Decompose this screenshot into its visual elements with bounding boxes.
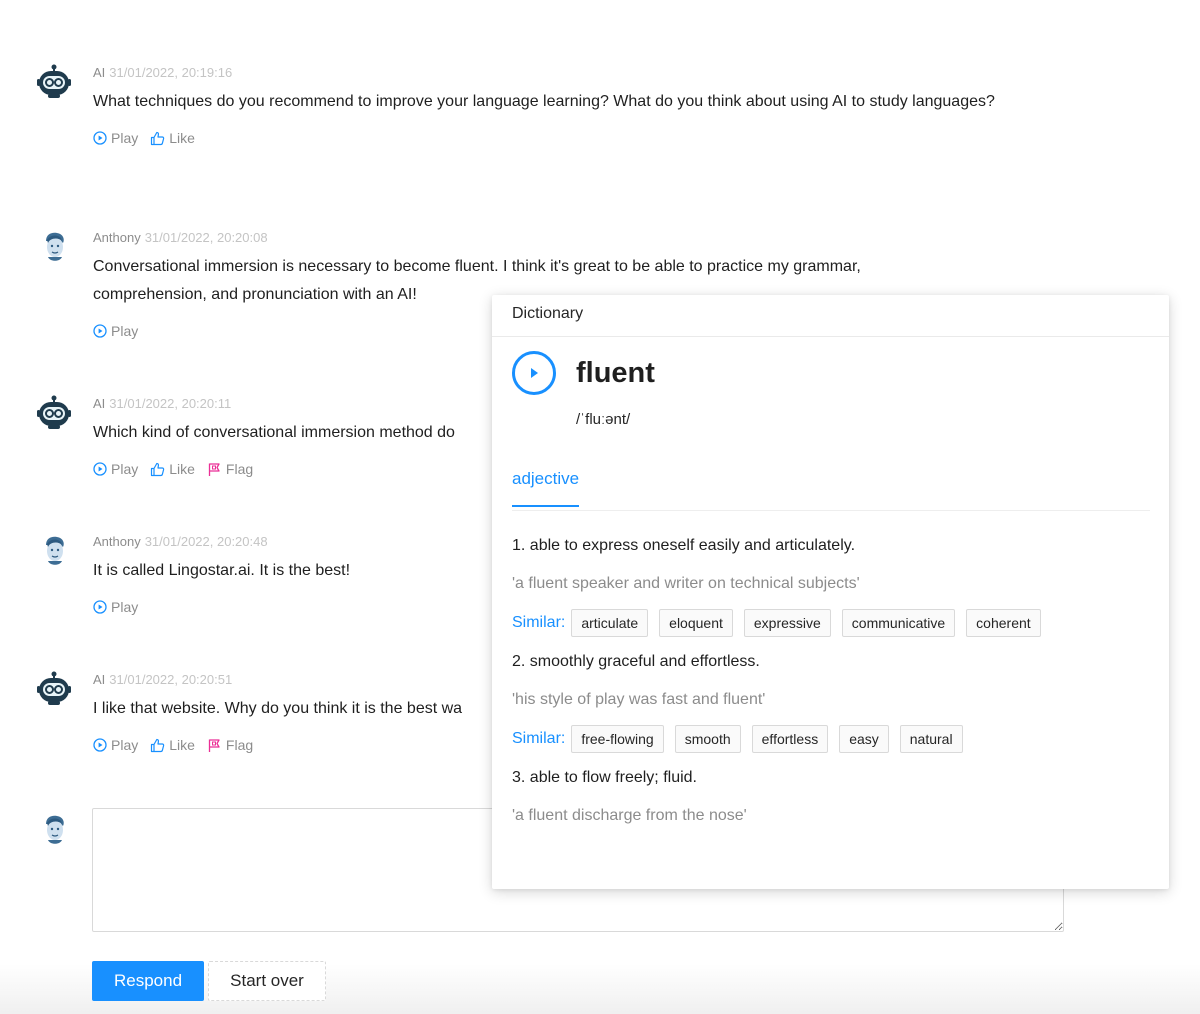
synonym-tag[interactable]: communicative [841, 609, 956, 637]
play-label: Play [111, 599, 139, 615]
sense-definition: 3. able to flow freely; fluid. [512, 769, 697, 786]
thumbs-up-icon [151, 738, 165, 752]
sense-definition: 2. smoothly graceful and effortless. [512, 653, 760, 670]
synonym-tag[interactable]: coherent [966, 609, 1041, 637]
play-label: Play [111, 737, 139, 753]
robot-avatar-icon [36, 395, 72, 431]
flag-button[interactable]: Flag [207, 737, 253, 753]
play-button[interactable]: Play [93, 599, 138, 615]
pronounce-play-button[interactable] [512, 351, 556, 395]
author-name: AI [93, 65, 106, 80]
play-circle-icon [93, 131, 107, 145]
synonym-tag[interactable]: articulate [571, 609, 649, 637]
flag-icon [208, 462, 220, 476]
similar-label: Similar: [512, 730, 566, 747]
phonetic: /ˈfluːənt/ [576, 411, 631, 428]
user-avatar [36, 229, 72, 265]
like-button[interactable]: Like [150, 737, 195, 753]
robot-avatar-icon [36, 671, 72, 707]
dictionary-word-row: fluent [512, 351, 655, 395]
thumbs-up-icon [151, 131, 165, 145]
similar-label: Similar: [512, 614, 566, 631]
like-label: Like [169, 737, 195, 753]
play-circle-icon [93, 462, 107, 476]
synonym-tag[interactable]: easy [839, 725, 889, 753]
like-label: Like [169, 130, 195, 146]
timestamp: 31/01/2022, 20:19:16 [109, 65, 233, 80]
play-circle-icon [93, 600, 107, 614]
synonym-tag[interactable]: smooth [674, 725, 741, 753]
play-label: Play [111, 323, 139, 339]
start-over-button[interactable]: Start over [208, 961, 326, 1001]
timestamp: 31/01/2022, 20:20:11 [109, 396, 232, 411]
synonym-tag[interactable]: eloquent [659, 609, 733, 637]
flag-label: Flag [225, 737, 254, 753]
timestamp: 31/01/2022, 20:20:51 [109, 672, 233, 687]
message-meta: AI 31/01/2022, 20:19:16 [93, 64, 1013, 82]
dictionary-word: fluent [576, 356, 655, 389]
message-meta: Anthony 31/01/2022, 20:20:08 [93, 229, 1013, 247]
timestamp: 31/01/2022, 20:20:08 [144, 230, 268, 245]
senses-list: 1. able to express oneself easily and ar… [512, 535, 1152, 841]
sense-example: 'a fluent discharge from the nose' [512, 807, 747, 824]
synonym-tag[interactable]: effortless [751, 725, 829, 753]
sense-example: 'a fluent speaker and writer on technica… [512, 575, 860, 592]
flag-icon [208, 738, 220, 752]
message-actions: Play Like [93, 130, 1013, 146]
flag-label: Flag [225, 461, 254, 477]
respond-button[interactable]: Respond [92, 961, 204, 1001]
similar-row: Similar: articulate eloquent expressive … [512, 609, 1152, 637]
thumbs-up-icon [151, 462, 165, 476]
timestamp: 31/01/2022, 20:20:48 [144, 534, 268, 549]
play-label: Play [111, 130, 139, 146]
play-button[interactable]: Play [93, 737, 138, 753]
user-avatar [36, 533, 72, 569]
tab-adjective[interactable]: adjective [512, 467, 580, 507]
play-button[interactable]: Play [93, 323, 138, 339]
author-name: AI [93, 396, 106, 411]
synonym-tag[interactable]: free-flowing [571, 725, 664, 753]
play-circle-icon [93, 738, 107, 752]
like-label: Like [169, 461, 195, 477]
author-name: Anthony [93, 230, 141, 245]
sense-example: 'his style of play was fast and fluent' [512, 691, 766, 708]
similar-row: Similar: free-flowing smooth effortless … [512, 725, 1152, 753]
sense-item: 2. smoothly graceful and effortless. 'hi… [512, 651, 1152, 753]
play-label: Play [111, 461, 139, 477]
play-button[interactable]: Play [93, 461, 138, 477]
play-circle-icon [93, 324, 107, 338]
message-text[interactable]: What techniques do you recommend to impr… [93, 88, 1013, 116]
author-name: Anthony [93, 534, 141, 549]
user-avatar [36, 812, 72, 848]
dictionary-header: Dictionary [492, 295, 1169, 337]
author-name: AI [93, 672, 106, 687]
dictionary-popup: Dictionary fluent /ˈfluːənt/ adjective 1… [492, 295, 1169, 889]
flag-button[interactable]: Flag [207, 461, 253, 477]
play-icon [531, 368, 538, 378]
sense-item: 3. able to flow freely; fluid. 'a fluent… [512, 767, 1152, 827]
like-button[interactable]: Like [150, 461, 195, 477]
sense-definition: 1. able to express oneself easily and ar… [512, 537, 856, 554]
part-of-speech-tabs: adjective [512, 467, 1150, 511]
sense-item: 1. able to express oneself easily and ar… [512, 535, 1152, 637]
like-button[interactable]: Like [150, 130, 195, 146]
robot-avatar-icon [36, 64, 72, 100]
play-button[interactable]: Play [93, 130, 138, 146]
synonym-tag[interactable]: expressive [743, 609, 831, 637]
synonym-tag[interactable]: natural [899, 725, 963, 753]
